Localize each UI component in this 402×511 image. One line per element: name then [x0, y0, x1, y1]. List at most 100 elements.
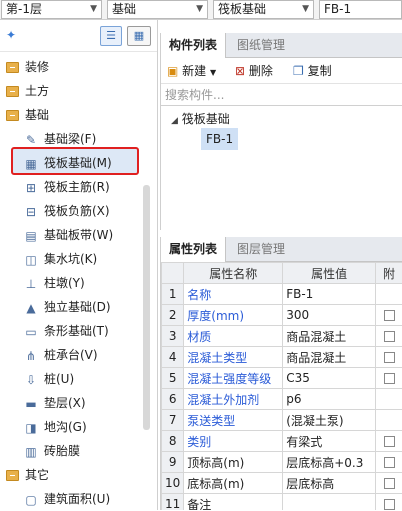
- property-value[interactable]: 商品混凝土: [283, 326, 376, 347]
- checkbox[interactable]: [384, 331, 395, 342]
- property-value[interactable]: 有梁式: [283, 431, 376, 452]
- property-row[interactable]: 6混凝土外加剂p6: [162, 389, 402, 410]
- header-value: 属性值: [283, 263, 376, 284]
- copy-button[interactable]: ❐ 复制: [293, 62, 332, 80]
- tab-drawing-manage[interactable]: 图纸管理: [229, 33, 293, 58]
- tree-item[interactable]: ◫集水坑(K): [24, 247, 97, 271]
- checkbox[interactable]: [384, 352, 395, 363]
- property-row[interactable]: 2厚度(mm)300: [162, 305, 402, 326]
- property-value[interactable]: C35: [283, 368, 376, 389]
- tree-item-label: 基础: [25, 108, 49, 122]
- property-row[interactable]: 5混凝土强度等级C35: [162, 368, 402, 389]
- property-name: 厚度(mm): [184, 305, 283, 326]
- floor-value: 第-1层: [6, 2, 42, 16]
- tree-item[interactable]: ⇩桩(U): [24, 367, 74, 391]
- component-search-input[interactable]: 搜索构件...: [161, 84, 402, 106]
- new-icon: ▣: [167, 64, 178, 78]
- checkbox[interactable]: [384, 310, 395, 321]
- checkbox[interactable]: [384, 478, 395, 489]
- property-extra: [376, 326, 402, 347]
- pit-icon: ◫: [24, 253, 38, 267]
- new-button[interactable]: ▣ 新建 ▼: [167, 62, 216, 80]
- tab-property-list[interactable]: 属性列表: [161, 237, 226, 262]
- isolated-icon: ▲: [24, 301, 38, 315]
- component-item-fb1[interactable]: FB-1: [201, 128, 238, 150]
- copy-icon: ❐: [293, 64, 304, 78]
- property-value[interactable]: 300: [283, 305, 376, 326]
- tree-item[interactable]: 装修: [6, 55, 49, 79]
- floor-select[interactable]: 第-1层▼: [1, 0, 102, 19]
- tree-item-label: 基础板带(W): [44, 228, 113, 242]
- header-extra: 附: [376, 263, 402, 284]
- grid-icon: ▦: [24, 157, 38, 171]
- row-index: 10: [162, 473, 184, 494]
- property-row[interactable]: 3材质商品混凝土: [162, 326, 402, 347]
- property-row[interactable]: 7泵送类型(混凝土泵): [162, 410, 402, 431]
- tree-item[interactable]: 基础: [6, 103, 49, 127]
- type-select[interactable]: 筏板基础▼: [213, 0, 314, 19]
- tab-layer-manage[interactable]: 图层管理: [229, 237, 293, 262]
- tab-component-list[interactable]: 构件列表: [161, 33, 226, 58]
- category-select[interactable]: 基础▼: [107, 0, 208, 19]
- item-value: FB-1: [324, 2, 351, 16]
- property-name: 混凝土外加剂: [184, 389, 283, 410]
- tree-item[interactable]: 其它: [6, 463, 49, 487]
- property-row[interactable]: 8类别有梁式: [162, 431, 402, 452]
- tree-item[interactable]: ▭条形基础(T): [24, 319, 109, 343]
- chevron-down-icon: ▼: [210, 68, 216, 77]
- property-name: 顶标高(m): [184, 452, 283, 473]
- property-row[interactable]: 10底标高(m)层底标高: [162, 473, 402, 494]
- tree-item[interactable]: ▤基础板带(W): [24, 223, 113, 247]
- pier-icon: ⊥: [24, 277, 38, 291]
- property-panel: 属性列表 图层管理 属性名称 属性值 附 1名称FB-12厚度(mm)3003材…: [160, 237, 402, 510]
- property-value[interactable]: (混凝土泵): [283, 410, 376, 431]
- property-value[interactable]: 商品混凝土: [283, 347, 376, 368]
- new-label: 新建: [182, 64, 206, 78]
- tree-item[interactable]: ▦ 筏板基础(M): [24, 151, 112, 175]
- tree-item[interactable]: ▲独立基础(D): [24, 295, 111, 319]
- tree-item[interactable]: ▢建筑面积(U): [24, 487, 110, 511]
- tree-item[interactable]: ⊥柱墩(Y): [24, 271, 85, 295]
- grid-view-icon[interactable]: ▦: [127, 26, 151, 46]
- property-header-row: 属性名称 属性值 附: [162, 263, 402, 284]
- property-row[interactable]: 9顶标高(m)层底标高+0.3: [162, 452, 402, 473]
- checkbox[interactable]: [384, 373, 395, 384]
- tree-item[interactable]: 土方: [6, 79, 49, 103]
- row-index: 8: [162, 431, 184, 452]
- checkbox[interactable]: [384, 457, 395, 468]
- tree-item-label: 筏板基础(M): [44, 156, 112, 170]
- property-value[interactable]: p6: [283, 389, 376, 410]
- property-name: 混凝土强度等级: [184, 368, 283, 389]
- type-value: 筏板基础: [218, 2, 266, 16]
- property-name: 类别: [184, 431, 283, 452]
- list-view-icon[interactable]: ☰: [100, 26, 122, 46]
- component-tree-panel: ✦ ☰ ▦ 装修土方基础 ✎基础梁(F) ▦ 筏板基础(M) ⊞筏板主筋(R)⊟筏板负筋…: [0, 20, 158, 510]
- property-row[interactable]: 11备注: [162, 494, 402, 511]
- tree-item[interactable]: ◨地沟(G): [24, 415, 87, 439]
- tree-item[interactable]: ⊞筏板主筋(R): [24, 175, 110, 199]
- property-name: 底标高(m): [184, 473, 283, 494]
- property-value[interactable]: FB-1: [283, 284, 376, 305]
- tree-item-label: 垫层(X): [44, 396, 86, 410]
- property-value[interactable]: 层底标高: [283, 473, 376, 494]
- tree-toolbar: ✦ ☰ ▦: [0, 20, 157, 52]
- tree-item[interactable]: ⋔桩承台(V): [24, 343, 98, 367]
- property-value[interactable]: 层底标高+0.3: [283, 452, 376, 473]
- row-index: 11: [162, 494, 184, 511]
- tree-item[interactable]: ✎基础梁(F): [24, 127, 96, 151]
- property-value[interactable]: [283, 494, 376, 511]
- tree-item[interactable]: ▥砖胎膜: [24, 439, 80, 463]
- property-row[interactable]: 1名称FB-1: [162, 284, 402, 305]
- item-select[interactable]: FB-1: [319, 0, 402, 19]
- delete-button[interactable]: ⊠ 删除: [235, 62, 273, 80]
- tree-item[interactable]: ⊟筏板负筋(X): [24, 199, 110, 223]
- tree-item[interactable]: ▬垫层(X): [24, 391, 86, 415]
- property-extra: [376, 494, 402, 511]
- pin-icon[interactable]: ✦: [6, 28, 16, 42]
- property-row[interactable]: 4混凝土类型商品混凝土: [162, 347, 402, 368]
- chevron-down-icon: ▼: [196, 1, 203, 18]
- checkbox[interactable]: [384, 436, 395, 447]
- tree-scrollbar[interactable]: [143, 185, 150, 430]
- checkbox[interactable]: [384, 499, 395, 510]
- tree-item-label: 建筑面积(U): [44, 492, 110, 506]
